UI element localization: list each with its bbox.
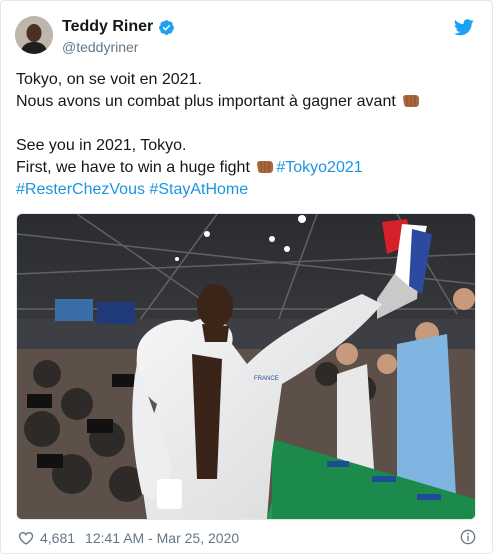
heart-icon[interactable] — [18, 530, 34, 546]
hashtag-stayathome[interactable]: #StayAtHome — [149, 181, 248, 198]
tweet-card: Teddy Riner @teddyriner Tokyo, on se voi… — [0, 0, 493, 554]
tweet-line: Tokyo, on se voit en 2021. — [16, 71, 202, 88]
tweet-text: Tokyo, on se voit en 2021. Nous avons un… — [16, 69, 476, 201]
tweet-line: Nous avons un combat plus important à ga… — [16, 91, 476, 113]
tweet-line: First, we have to win a huge fight #Toky… — [16, 159, 363, 176]
fist-bump-emoji-icon — [402, 93, 420, 109]
info-icon[interactable] — [460, 529, 476, 545]
svg-text:FRANCE: FRANCE — [254, 376, 279, 382]
author-row: Teddy Riner — [62, 18, 175, 36]
verified-badge-icon — [158, 19, 175, 36]
twitter-logo-icon[interactable] — [453, 19, 474, 36]
timestamp[interactable]: 12:41 AM - Mar 25, 2020 — [85, 530, 239, 546]
author-handle[interactable]: @teddyriner — [62, 39, 138, 55]
avatar-photo — [15, 16, 53, 54]
tweet-line: See you in 2021, Tokyo. — [16, 137, 187, 154]
tweet-line: #ResterChezVous #StayAtHome — [16, 179, 476, 201]
hashtag-resterchezvous[interactable]: #ResterChezVous — [16, 181, 145, 198]
fist-bump-emoji-icon — [256, 159, 274, 175]
hashtag-tokyo2021[interactable]: #Tokyo2021 — [276, 159, 362, 176]
like-count[interactable]: 4,681 — [40, 530, 75, 546]
author-name[interactable]: Teddy Riner — [62, 18, 153, 36]
avatar[interactable] — [15, 16, 53, 54]
tweet-footer: 4,681 12:41 AM - Mar 25, 2020 — [18, 528, 476, 548]
judo-celebration-photo: FRANCE — [17, 214, 475, 519]
tweet-photo[interactable]: FRANCE — [16, 213, 476, 520]
